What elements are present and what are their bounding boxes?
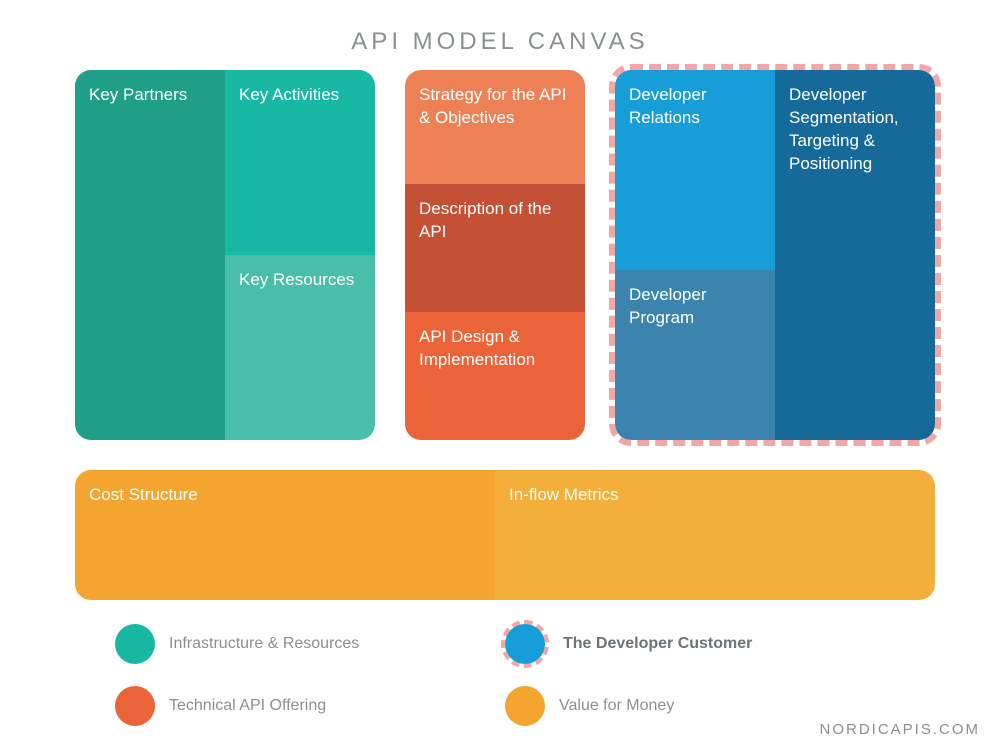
block-description: Description of the API — [405, 184, 585, 312]
legend-label: Technical API Offering — [169, 697, 326, 715]
legend-item-infrastructure: Infrastructure & Resources — [115, 620, 485, 668]
group-value-for-money: Cost Structure In-flow Metrics — [75, 470, 935, 600]
canvas-top: Key Partners Key Activities Key Resource… — [75, 70, 935, 440]
block-key-resources: Key Resources — [225, 255, 375, 440]
block-key-activities: Key Activities — [225, 70, 375, 255]
legend-label: The Developer Customer — [563, 635, 752, 653]
swatch-developer-icon — [505, 624, 545, 664]
block-developer-program: Developer Program — [615, 270, 775, 440]
swatch-developer-highlight-icon — [501, 620, 549, 668]
block-design: API Design & Implementation — [405, 312, 585, 440]
swatch-technical-icon — [115, 686, 155, 726]
swatch-value-icon — [505, 686, 545, 726]
block-strategy: Strategy for the API & Objectives — [405, 70, 585, 184]
block-developer-segmentation: Developer Segmentation, Targeting & Posi… — [775, 70, 935, 440]
legend-label: Value for Money — [559, 697, 674, 715]
legend: Infrastructure & Resources The Developer… — [115, 620, 875, 726]
legend-label: Infrastructure & Resources — [169, 635, 359, 653]
group-technical-api: Strategy for the API & Objectives Descri… — [405, 70, 585, 440]
legend-item-developer-customer: The Developer Customer — [505, 620, 875, 668]
group-infrastructure: Key Partners Key Activities Key Resource… — [75, 70, 375, 440]
group-developer-customer: Developer Relations Developer Program De… — [615, 70, 935, 440]
page-title: API MODEL CANVAS — [0, 0, 1000, 56]
block-key-partners: Key Partners — [75, 70, 225, 440]
legend-item-value: Value for Money — [505, 686, 875, 726]
footer-attribution: NORDICAPIS.COM — [819, 721, 980, 738]
swatch-infrastructure-icon — [115, 624, 155, 664]
block-inflow-metrics: In-flow Metrics — [495, 470, 935, 600]
block-cost-structure: Cost Structure — [75, 470, 495, 600]
legend-item-technical: Technical API Offering — [115, 686, 485, 726]
block-developer-relations: Developer Relations — [615, 70, 775, 270]
